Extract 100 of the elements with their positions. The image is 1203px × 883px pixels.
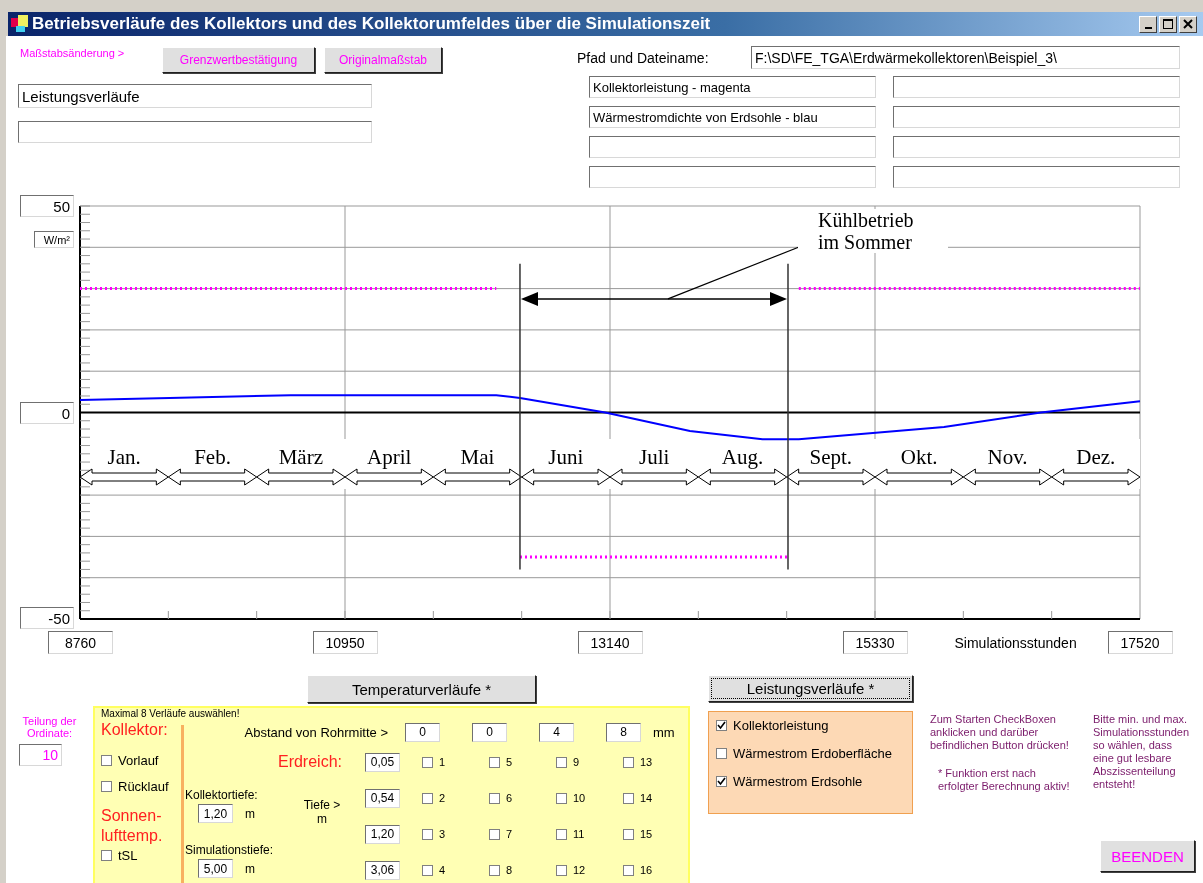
- checkbox[interactable]: [623, 828, 634, 840]
- checkbox[interactable]: [422, 864, 433, 876]
- legend-field[interactable]: [893, 166, 1180, 188]
- checkbox[interactable]: [716, 720, 727, 731]
- collector-depth-label: Kollektortiefe:: [185, 788, 259, 802]
- checkbox-option[interactable]: Wärmestrom Erdoberfläche: [716, 746, 912, 761]
- y-tick-field[interactable]: 50: [20, 195, 74, 217]
- depth-field[interactable]: 0,05: [365, 752, 400, 772]
- unit-field: W/m²: [34, 231, 74, 248]
- legend-field[interactable]: [893, 136, 1180, 158]
- legend-field[interactable]: Wärmestromdichte von Erdsohle - blau: [589, 106, 876, 128]
- month-label: Juli: [639, 445, 670, 469]
- collector-heading: Kollektor:: [101, 721, 168, 739]
- checkbox[interactable]: [489, 864, 500, 876]
- checkbox[interactable]: [716, 776, 727, 787]
- checkbox[interactable]: [422, 756, 433, 768]
- soil-heading: Erdreich:: [276, 753, 343, 771]
- temperature-button[interactable]: Temperaturverläufe *: [307, 675, 536, 703]
- month-label: Sept.: [809, 445, 853, 469]
- note-text: Zum Starten CheckBoxen anklicken und darüber befindlichen Button drücken!: [930, 713, 1070, 752]
- panel-title: Maximal 8 Verläufe auswählen!: [101, 708, 241, 720]
- collector-depth-field[interactable]: 1,20: [198, 804, 233, 823]
- checkbox-option[interactable]: 5: [489, 756, 513, 768]
- legend-field[interactable]: [589, 166, 876, 188]
- legend-field[interactable]: [893, 76, 1180, 98]
- checkbox-option[interactable]: 11: [556, 828, 585, 840]
- checkbox-option[interactable]: 14: [623, 792, 653, 804]
- checkbox[interactable]: [556, 792, 567, 804]
- legend-field[interactable]: Kollektorleistung - magenta: [589, 76, 876, 98]
- month-label: Juni: [548, 445, 584, 469]
- x-tick-field[interactable]: 13140: [577, 631, 643, 654]
- checkbox-option[interactable]: 7: [489, 828, 513, 840]
- note-text: * Funktion erst nach erfolgter Berechnung aktiv!: [938, 767, 1071, 793]
- checkbox[interactable]: [101, 755, 112, 766]
- checkbox-option[interactable]: 13: [623, 756, 653, 768]
- x-tick-field[interactable]: 10950: [312, 631, 378, 654]
- unit-label: m: [245, 861, 255, 876]
- distance-field[interactable]: 0: [472, 722, 507, 742]
- distance-field[interactable]: 4: [539, 722, 574, 742]
- simulation-depth-field[interactable]: 5,00: [198, 859, 233, 878]
- checkbox-option[interactable]: 16: [623, 864, 653, 876]
- checkbox[interactable]: [556, 756, 567, 768]
- hint-text: Bitte min. und max. Simulationsstunden so wählen, dass eine gut lesbare Abszissenteilung entsteht!: [1093, 713, 1190, 791]
- y-tick-field[interactable]: -50: [20, 607, 74, 629]
- month-label: Okt.: [900, 445, 938, 469]
- checkbox-option[interactable]: 6: [489, 792, 513, 804]
- close-icon: [1183, 19, 1193, 29]
- checkbox-option[interactable]: 12: [556, 864, 586, 876]
- subheading-field[interactable]: [18, 121, 372, 143]
- checkbox[interactable]: [101, 850, 112, 861]
- checkbox[interactable]: [623, 792, 634, 804]
- checkbox-option[interactable]: Wärmestrom Erdsohle: [716, 774, 912, 789]
- checkbox-option[interactable]: 3: [422, 828, 446, 840]
- checkbox[interactable]: [489, 828, 500, 840]
- distance-label: Abstand von Rohrmitte >: [243, 724, 389, 740]
- legend-field[interactable]: [589, 136, 876, 158]
- checkbox[interactable]: [422, 792, 433, 804]
- distance-field[interactable]: 8: [606, 722, 641, 742]
- depth-field[interactable]: 3,06: [365, 860, 400, 880]
- checkbox-option[interactable]: 8: [489, 864, 513, 876]
- x-tick-field[interactable]: 15330: [842, 631, 908, 654]
- month-label: Jan.: [107, 445, 141, 469]
- checkbox[interactable]: [623, 756, 634, 768]
- minimize-button[interactable]: [1139, 15, 1157, 33]
- checkbox-option[interactable]: 15: [623, 828, 653, 840]
- scale-label: Maßstabsänderung >: [19, 47, 126, 59]
- simulation-depth-label: Simulationstiefe:: [185, 843, 275, 857]
- heading-field[interactable]: Leistungsverläufe: [18, 84, 372, 108]
- checkbox-option[interactable]: tSL: [101, 848, 138, 863]
- x-tick-field[interactable]: 17520: [1107, 631, 1173, 654]
- depth-field[interactable]: 1,20: [365, 824, 400, 844]
- depth-field[interactable]: 0,54: [365, 788, 400, 808]
- path-field[interactable]: F:\SD\FE_TGA\Erdwärmekollektoren\Beispiel_3\: [751, 46, 1180, 69]
- power-button[interactable]: Leistungsverläufe *: [708, 675, 913, 702]
- legend-field[interactable]: [893, 106, 1180, 128]
- checkbox-option[interactable]: 9: [556, 756, 580, 768]
- distance-field[interactable]: 0: [405, 722, 440, 742]
- checkbox[interactable]: [489, 792, 500, 804]
- x-tick-field[interactable]: 8760: [48, 631, 113, 654]
- checkbox-option[interactable]: 4: [422, 864, 446, 876]
- checkbox[interactable]: [556, 828, 567, 840]
- ordinate-label: Teilung der Ordinate:: [21, 715, 78, 739]
- checkbox[interactable]: [489, 756, 500, 768]
- close-button[interactable]: [1179, 15, 1197, 33]
- checkbox[interactable]: [556, 864, 567, 876]
- checkbox[interactable]: [422, 828, 433, 840]
- checkbox-option[interactable]: 10: [556, 792, 586, 804]
- checkbox-option[interactable]: Vorlauf: [101, 753, 159, 768]
- checkbox[interactable]: [101, 781, 112, 792]
- checkbox-option[interactable]: Kollektorleistung: [716, 718, 912, 733]
- checkbox[interactable]: [716, 748, 727, 759]
- y-tick-field[interactable]: 0: [20, 402, 74, 424]
- callout-text: Kühlbetrieb im Sommer: [798, 209, 948, 254]
- checkbox-option[interactable]: 2: [422, 792, 446, 804]
- checkbox-option[interactable]: 1: [422, 756, 446, 768]
- checkbox-option[interactable]: Rücklauf: [101, 779, 169, 794]
- checkbox[interactable]: [623, 864, 634, 876]
- app-icon: [10, 14, 30, 34]
- maximize-button[interactable]: [1159, 15, 1177, 33]
- window-title: Betriebsverläufe des Kollektors und des Kollektorumfeldes über die Simulationszeit: [32, 14, 711, 34]
